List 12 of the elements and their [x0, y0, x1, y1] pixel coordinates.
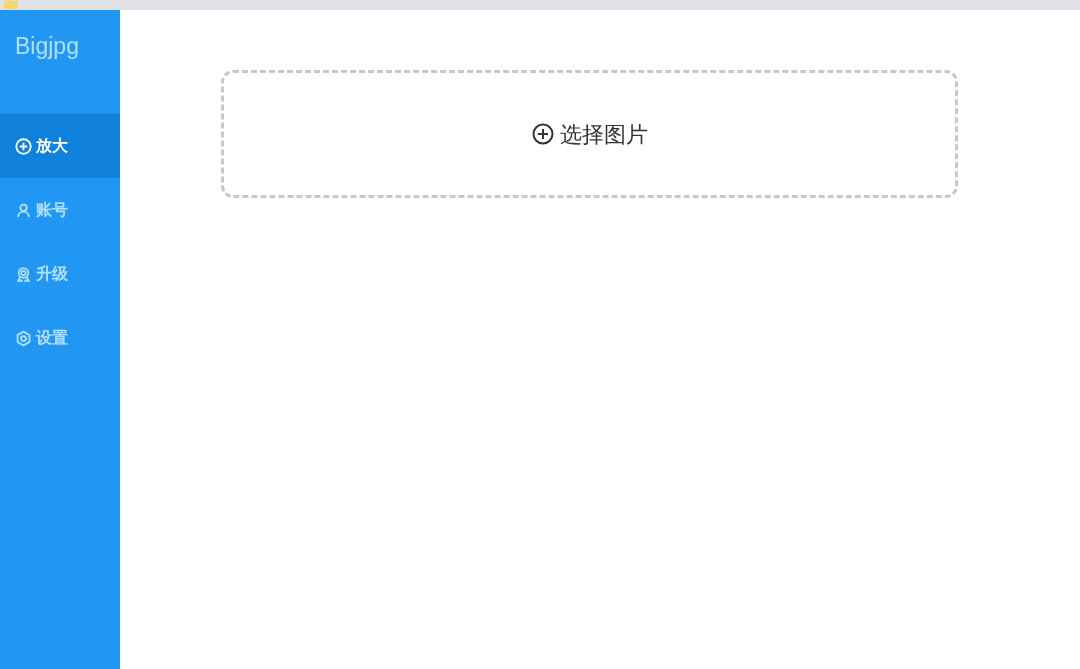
award-icon: [15, 265, 32, 283]
sidebar-item[interactable]: 升级: [0, 242, 120, 306]
plus-circle-icon: [15, 137, 32, 155]
folder-icon: [4, 1, 18, 9]
plus-circle-icon: [531, 123, 554, 145]
sidebar-item[interactable]: 设置: [0, 306, 120, 370]
select-image-button[interactable]: 选择图片: [221, 70, 958, 198]
gear-icon: [15, 329, 32, 347]
person-icon: [15, 201, 32, 219]
app-logo: Bigjpg: [14, 32, 80, 61]
sidebar-item[interactable]: 账号: [0, 178, 120, 242]
sidebar-item[interactable]: 放大: [0, 114, 120, 178]
